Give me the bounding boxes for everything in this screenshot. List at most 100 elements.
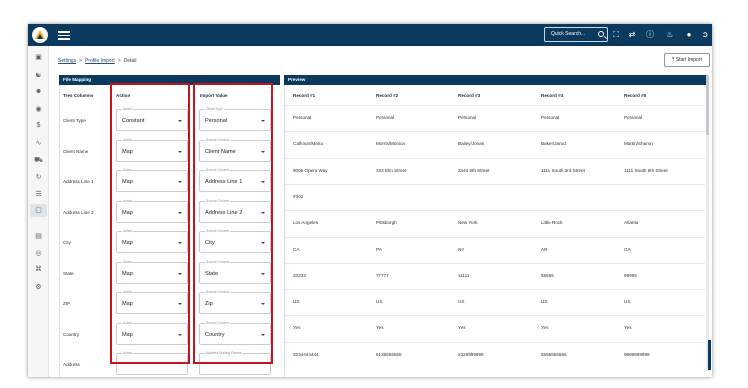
preview-scrollbar[interactable]	[706, 75, 709, 371]
preview-header: Preview	[284, 75, 706, 85]
row-divider	[285, 105, 705, 106]
cart-icon[interactable]: ⛟	[34, 156, 43, 165]
preview-cell: Yes	[293, 325, 301, 331]
preview-cell: US	[293, 299, 300, 305]
preview-cell: Personal	[624, 115, 643, 120]
app-logo[interactable]	[32, 27, 48, 43]
row-divider	[285, 183, 705, 185]
hamburger-menu-icon[interactable]	[58, 29, 70, 41]
preview-cell: #302	[293, 193, 304, 199]
row-divider	[285, 262, 705, 264]
list-icon[interactable]: ☰	[34, 190, 43, 199]
scan-icon[interactable]: ◎	[34, 249, 43, 258]
app-window: Quick Search... ⛶ ⇄ ⓘ ♨ ● ➲ ▣ ☯ ☻ ◉ $ ∿ …	[28, 24, 712, 377]
breadcrumb-separator: >	[117, 58, 121, 64]
preview-cell: Yes	[376, 325, 384, 331]
preview-cell: 11111	[458, 272, 470, 278]
mapping-row-label: Client Type	[63, 118, 86, 123]
preview-cell: Martin/Sharon	[624, 141, 653, 147]
preview-cell: US	[624, 299, 631, 305]
preview-cell: Personal	[541, 115, 560, 120]
group-icon[interactable]: ☻	[34, 87, 43, 96]
scrollbar-thumb[interactable]	[706, 75, 709, 135]
preview-cell: 2329999999	[458, 351, 484, 357]
people-icon[interactable]: ☯	[34, 71, 43, 80]
preview-cell: New York	[458, 220, 478, 226]
report-icon[interactable]: ▤	[34, 232, 43, 241]
preview-cell: CA	[293, 246, 300, 252]
breadcrumb-profile-import[interactable]: Profile Import	[85, 58, 115, 64]
search-icon[interactable]	[598, 31, 604, 37]
help-icon[interactable]: ⓘ	[645, 30, 655, 40]
globe-icon[interactable]: ◉	[34, 105, 43, 114]
logout-icon[interactable]: ➲	[700, 30, 710, 40]
tres-columns-heading: Tres Columns	[63, 93, 94, 98]
preview-cell: Morris/Monica	[376, 141, 405, 147]
preview-cell: US	[541, 299, 548, 305]
preview-cell: 99999	[624, 272, 637, 278]
history-icon[interactable]: ↻	[34, 173, 43, 182]
activity-icon[interactable]: ∿	[34, 139, 43, 148]
start-import-button[interactable]: ⤒ Start Import	[664, 53, 710, 67]
preview-cell: Los Angeles	[293, 220, 319, 226]
logo-mark-icon	[35, 30, 45, 39]
breadcrumb-separator: >	[79, 58, 82, 64]
preview-cell: Yes	[541, 325, 549, 331]
row-divider	[285, 157, 705, 159]
mapping-row-label: Client Name	[63, 148, 89, 154]
row-divider	[285, 210, 705, 212]
import-value-column-highlight	[193, 83, 273, 364]
sync-icon[interactable]: ⇄	[627, 30, 637, 40]
preview-cell: Personal	[293, 115, 312, 120]
breadcrumb-detail: Detail	[123, 58, 137, 64]
preview-cell: Baker/Jarod	[541, 141, 566, 147]
mapping-row-label: ZIP	[63, 301, 71, 306]
preview-column-header: Record #2	[376, 93, 399, 98]
preview-cell: 1111 South 6th Street	[624, 167, 668, 173]
preview-cell: 2444 6th Street	[458, 167, 490, 173]
grid-switch-icon[interactable]: ⛶	[611, 30, 621, 40]
mapping-row-label: State	[63, 270, 74, 276]
mapping-row-label: Address Line 1	[63, 179, 94, 184]
breadcrumb-settings[interactable]: Settings	[58, 58, 76, 64]
preview-cell: AR	[541, 246, 548, 252]
document-icon[interactable]: ▢	[30, 204, 47, 217]
mapping-row-label: Country	[63, 331, 80, 337]
user-icon[interactable]: ●	[684, 30, 694, 40]
dollar-icon[interactable]: $	[34, 121, 43, 130]
cross-icon[interactable]: ⌘	[34, 265, 43, 274]
preview-cell: 55555	[541, 272, 554, 278]
quick-search-placeholder: Quick Search...	[551, 31, 586, 37]
upload-icon: ⤒	[672, 57, 675, 63]
preview-column-header: Record #4	[541, 93, 564, 98]
top-bar: Quick Search... ⛶ ⇄ ⓘ ♨ ● ➲	[28, 24, 712, 46]
mapping-row-label: City	[63, 240, 71, 245]
mapping-row-label: Address	[63, 362, 80, 367]
bell-icon[interactable]: ♨	[665, 30, 675, 40]
row-divider	[285, 236, 705, 238]
preview-cell: 77777	[376, 272, 389, 278]
right-edge-indicator	[708, 340, 711, 370]
preview-cell: 3234444444	[293, 351, 319, 357]
preview-column-header: Record #1	[293, 93, 316, 98]
preview-cell: Personal	[458, 115, 477, 120]
row-divider	[285, 289, 705, 291]
row-divider	[285, 315, 705, 317]
preview-cell: 9999999999	[624, 351, 650, 357]
preview-cell: GA	[624, 246, 631, 252]
preview-cell: 33333	[293, 272, 306, 278]
breadcrumb: Settings > Profile Import > Detail	[58, 58, 136, 64]
quick-search-input[interactable]: Quick Search...	[544, 27, 608, 42]
preview-cell: 1111 South 3rd Street	[541, 167, 585, 173]
preview-cell: Little Rock	[541, 220, 563, 226]
preview-cell: 6135555555	[376, 351, 402, 357]
preview-cell: US	[458, 299, 465, 305]
preview-panel	[284, 85, 712, 377]
preview-cell: NY	[458, 246, 465, 252]
gear-icon[interactable]: ⚙	[34, 283, 43, 292]
layout-icon[interactable]: ▣	[34, 53, 43, 62]
preview-cell: Yes	[624, 325, 632, 331]
preview-cell: US	[376, 299, 383, 305]
preview-cell: Yes	[458, 325, 466, 331]
preview-cell: Bailey/Jonas	[458, 141, 485, 147]
